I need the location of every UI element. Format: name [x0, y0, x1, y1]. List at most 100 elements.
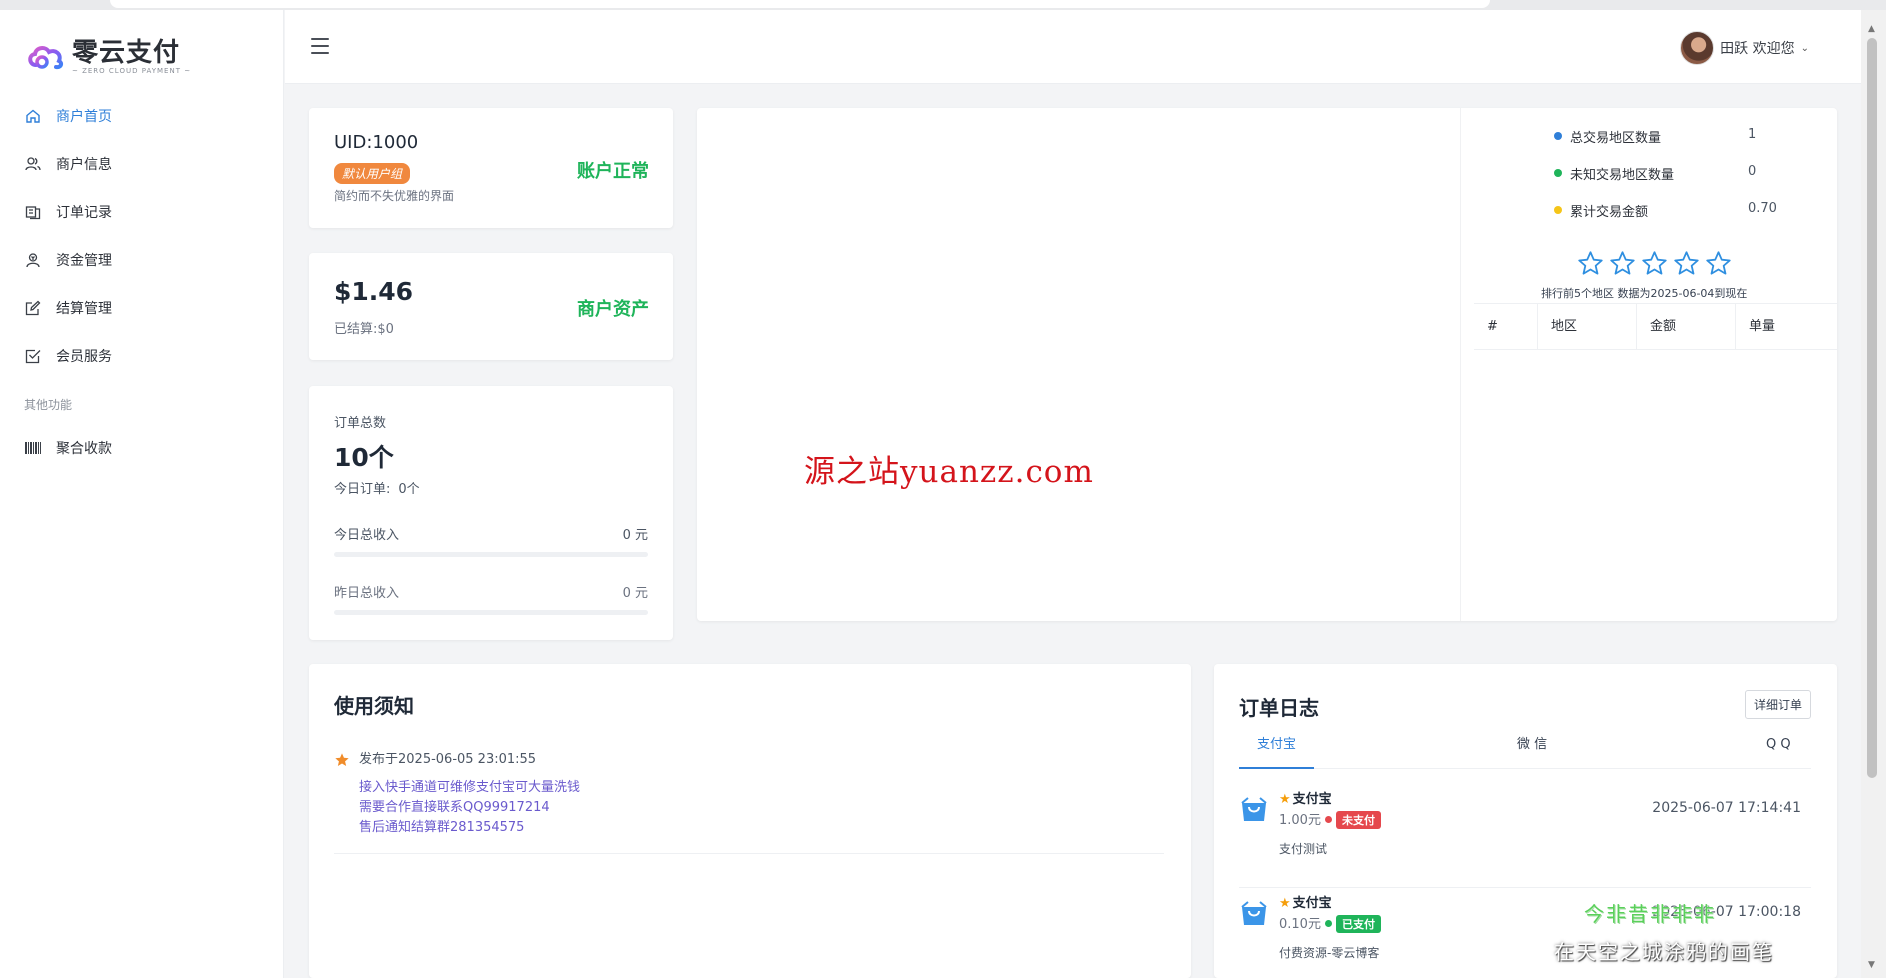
account-status: 账户正常	[577, 161, 649, 182]
order-total-value: 10个	[334, 443, 394, 472]
stat-value: 0	[1748, 164, 1757, 179]
records-icon	[24, 203, 42, 221]
list-item[interactable]: ★ 支付宝 0.10元 已支付 付费资源-零云博客 2025-06-07 17:00…	[1239, 892, 1811, 978]
tab-alipay[interactable]: 支付宝	[1239, 729, 1315, 769]
page-scrollbar[interactable]: ▲ ▼	[1861, 10, 1886, 978]
avatar	[1680, 31, 1715, 65]
user-greeting: 田跃 欢迎您	[1720, 41, 1795, 57]
list-item[interactable]: ★ 支付宝 1.00元 未支付 支付测试 2025-06-07 17:14:41	[1239, 788, 1811, 888]
sidebar-item-aggregate-payment[interactable]: 聚合收款	[0, 424, 284, 472]
orders-card: 订单总数 10个 今日订单: 0个 今日总收入 0 元 昨日总收入 0 元	[309, 386, 673, 640]
sidebar-item-home[interactable]: 商户首页	[0, 92, 284, 140]
menu-toggle-icon[interactable]	[311, 38, 329, 54]
tab-wechat[interactable]: 微 信	[1517, 729, 1547, 769]
star-outline-icon	[1674, 251, 1699, 275]
settled-amount: 已结算:$0	[334, 322, 394, 337]
user-group-badge: 默认用户组	[334, 163, 411, 184]
today-income-progress	[334, 552, 648, 557]
sidebar-item-order-records[interactable]: 订单记录	[0, 188, 284, 236]
stat-value: 0.70	[1748, 201, 1777, 216]
stat-total-regions: 总交易地区数量 1	[1554, 127, 1814, 147]
log-description: 付费资源-零云博客	[1279, 946, 1380, 960]
stat-label: 总交易地区数量	[1570, 131, 1662, 146]
sidebar-item-label: 结算管理	[56, 301, 112, 317]
asset-card: $1.46 已结算:$0 商户资产	[309, 253, 673, 360]
log-amount: 0.10元 已支付	[1279, 913, 1381, 933]
yesterday-income-value: 0 元	[622, 586, 648, 601]
order-log-title: 订单日志	[1239, 696, 1319, 720]
sidebar: 零云支付 ~ ZERO CLOUD PAYMENT ~ 商户首页 商户信息 订单…	[0, 10, 284, 978]
order-total-label: 订单总数	[334, 416, 387, 431]
scroll-up-icon[interactable]: ▲	[1868, 24, 1875, 34]
sidebar-item-label: 会员服务	[56, 349, 112, 365]
today-income-row: 今日总收入 0 元	[334, 524, 648, 557]
status-dot-icon	[1324, 920, 1332, 927]
notice-line: 接入快手通道可维修支付宝可大量洗钱	[359, 780, 581, 795]
star-outline-icon	[1578, 251, 1603, 275]
home-icon	[24, 107, 42, 125]
sidebar-item-membership[interactable]: 会员服务	[0, 332, 284, 380]
detail-orders-button[interactable]: 详细订单	[1744, 690, 1811, 719]
scrollbar-thumb[interactable]	[1867, 38, 1877, 778]
rating-stars	[1577, 250, 1732, 277]
sidebar-item-label: 商户首页	[56, 109, 112, 125]
sidebar-nav: 商户首页 商户信息 订单记录 资金管理 结算管理 会员服务 其他功能 聚合收款	[0, 92, 284, 472]
star-outline-icon	[1642, 251, 1667, 275]
brand-logo[interactable]: 零云支付 ~ ZERO CLOUD PAYMENT ~	[26, 34, 191, 80]
status-dot-icon	[1324, 816, 1332, 823]
scroll-down-icon[interactable]: ▼	[1868, 960, 1875, 970]
sidebar-item-funds[interactable]: 资金管理	[0, 236, 284, 284]
log-description: 支付测试	[1279, 842, 1328, 856]
address-bar-edge	[110, 0, 1490, 8]
log-time: 2025-06-07 17:14:41	[1652, 800, 1801, 816]
sidebar-item-merchant-info[interactable]: 商户信息	[0, 140, 284, 188]
rank-table-header: # 地区 金额 单量	[1474, 303, 1837, 350]
sidebar-item-label: 订单记录	[56, 205, 112, 221]
yellow-dot-icon	[1554, 206, 1562, 214]
users-icon	[24, 155, 42, 173]
video-overlay-caption: 今非昔非非非	[1584, 902, 1716, 926]
notice-line: 售后通知结算群281354575	[359, 820, 525, 835]
green-dot-icon	[1554, 169, 1562, 177]
col-header-count: 单量	[1749, 318, 1776, 334]
yesterday-income-progress	[334, 610, 648, 615]
shopping-bag-icon	[1241, 797, 1267, 821]
star-filled-icon: ★	[1279, 792, 1291, 807]
star-filled-icon: ★	[1279, 896, 1291, 911]
user-menu[interactable]: 田跃 欢迎您 ⌄	[1680, 30, 1809, 66]
edit-icon	[24, 299, 42, 317]
yesterday-income-label: 昨日总收入	[334, 586, 400, 601]
payment-tabs: 支付宝 微 信 Q Q	[1239, 729, 1811, 769]
status-badge: 已支付	[1335, 915, 1381, 933]
stat-label: 累计交易金额	[1570, 205, 1649, 220]
blue-dot-icon	[1554, 132, 1562, 140]
yesterday-income-row: 昨日总收入 0 元	[334, 582, 648, 615]
account-card: UID:1000 默认用户组 简约而不失优雅的界面 账户正常	[309, 108, 673, 228]
browser-toolbar-strip	[0, 0, 1886, 10]
log-channel: ★ 支付宝	[1279, 896, 1332, 911]
tab-qq[interactable]: Q Q	[1766, 729, 1791, 769]
asset-label: 商户资产	[577, 299, 649, 320]
region-map[interactable]: 源之站yuanzz.com	[697, 108, 1461, 621]
top-header: 田跃 欢迎您 ⌄	[285, 10, 1861, 84]
log-amount: 1.00元 未支付	[1279, 809, 1381, 829]
stat-label: 未知交易地区数量	[1570, 168, 1675, 183]
sidebar-item-settlement[interactable]: 结算管理	[0, 284, 284, 332]
notice-line: 需要合作直接联系QQ99917214	[359, 800, 550, 815]
stat-total-amount: 累计交易金额 0.70	[1554, 201, 1814, 221]
rank-table: # 地区 金额 单量	[1474, 303, 1837, 350]
region-map-card: 源之站yuanzz.com 总交易地区数量 1 未知交易地区数量 0 累计交易金…	[697, 108, 1837, 621]
today-orders: 今日订单: 0个	[334, 478, 420, 497]
video-overlay-caption: 在天空之城涂鸦的画笔	[1554, 940, 1774, 964]
stat-value: 1	[1748, 127, 1757, 142]
today-orders-label: 今日订单:	[334, 482, 391, 497]
uid-label: UID:1000	[334, 132, 419, 153]
funds-icon	[24, 251, 42, 269]
order-log-card: 订单日志 详细订单 支付宝 微 信 Q Q ★ 支付宝 1.00元 未支付 支付测试…	[1214, 664, 1837, 978]
brand-subtitle: ~ ZERO CLOUD PAYMENT ~	[72, 67, 192, 75]
today-income-label: 今日总收入	[334, 528, 400, 543]
site-watermark: 源之站yuanzz.com	[804, 454, 1094, 490]
log-channel: ★ 支付宝	[1279, 792, 1332, 807]
notice-date: 发布于2025-06-05 23:01:55	[359, 752, 537, 767]
stat-unknown-regions: 未知交易地区数量 0	[1554, 164, 1814, 184]
